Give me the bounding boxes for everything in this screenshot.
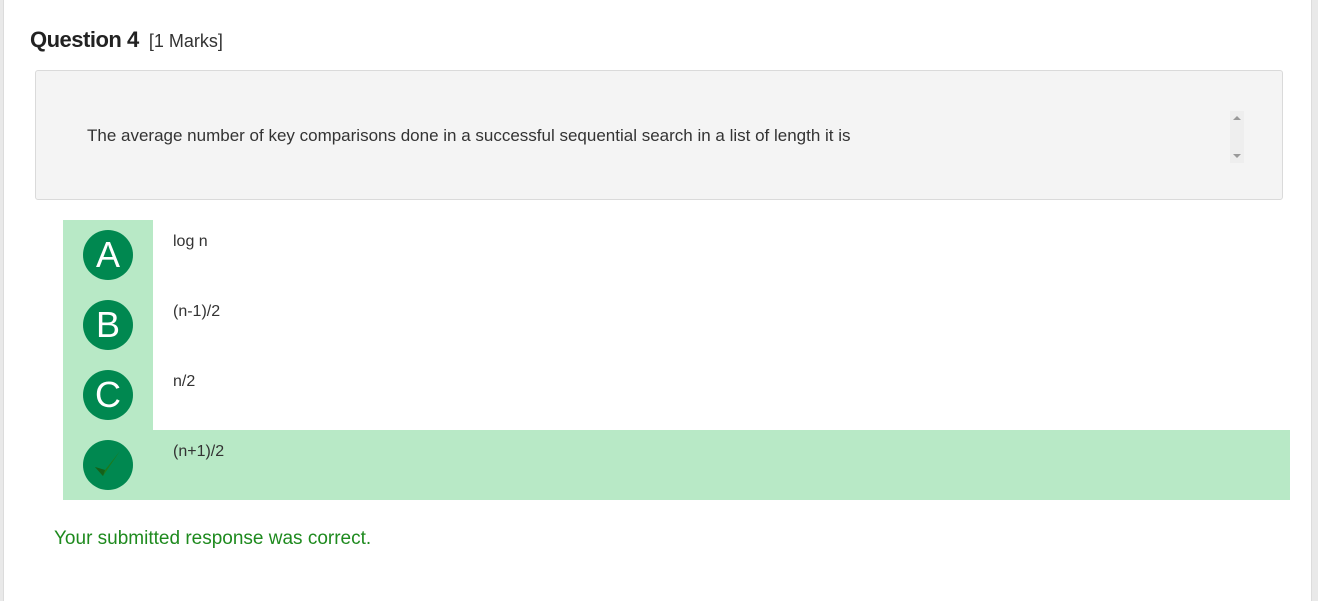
answer-options: A log n B (n-1)/2 C n/2 (n+1)/2	[63, 220, 1290, 500]
feedback-message: Your submitted response was correct.	[54, 528, 372, 549]
checkmark-icon	[95, 451, 120, 476]
scroll-down-arrow-icon[interactable]	[1233, 154, 1241, 158]
option-d-text: (n+1)/2	[173, 443, 225, 460]
scroll-up-arrow-icon[interactable]	[1233, 116, 1241, 120]
question-text-box: The average number of key comparisons do…	[35, 70, 1283, 200]
option-c-text: n/2	[173, 373, 196, 390]
option-b-text: (n-1)/2	[173, 303, 221, 320]
option-b-badge[interactable]: B	[83, 300, 133, 350]
option-c-badge[interactable]: C	[83, 370, 133, 420]
question-scrollbar[interactable]	[1230, 111, 1244, 163]
question-title: Question 4	[30, 27, 139, 52]
option-d-badge[interactable]	[83, 440, 133, 490]
question-header: Question 4 [1 Marks]	[30, 27, 223, 53]
option-a-badge[interactable]: A	[83, 230, 133, 280]
option-b[interactable]: B (n-1)/2	[63, 290, 1290, 360]
question-marks: [1 Marks]	[148, 31, 223, 51]
option-a-text: log n	[173, 233, 208, 250]
question-card: Question 4 [1 Marks] The average number …	[3, 0, 1312, 601]
question-text: The average number of key comparisons do…	[87, 126, 851, 145]
option-a[interactable]: A log n	[63, 220, 1290, 290]
option-d-selected[interactable]: (n+1)/2	[63, 430, 1290, 500]
option-c[interactable]: C n/2	[63, 360, 1290, 430]
